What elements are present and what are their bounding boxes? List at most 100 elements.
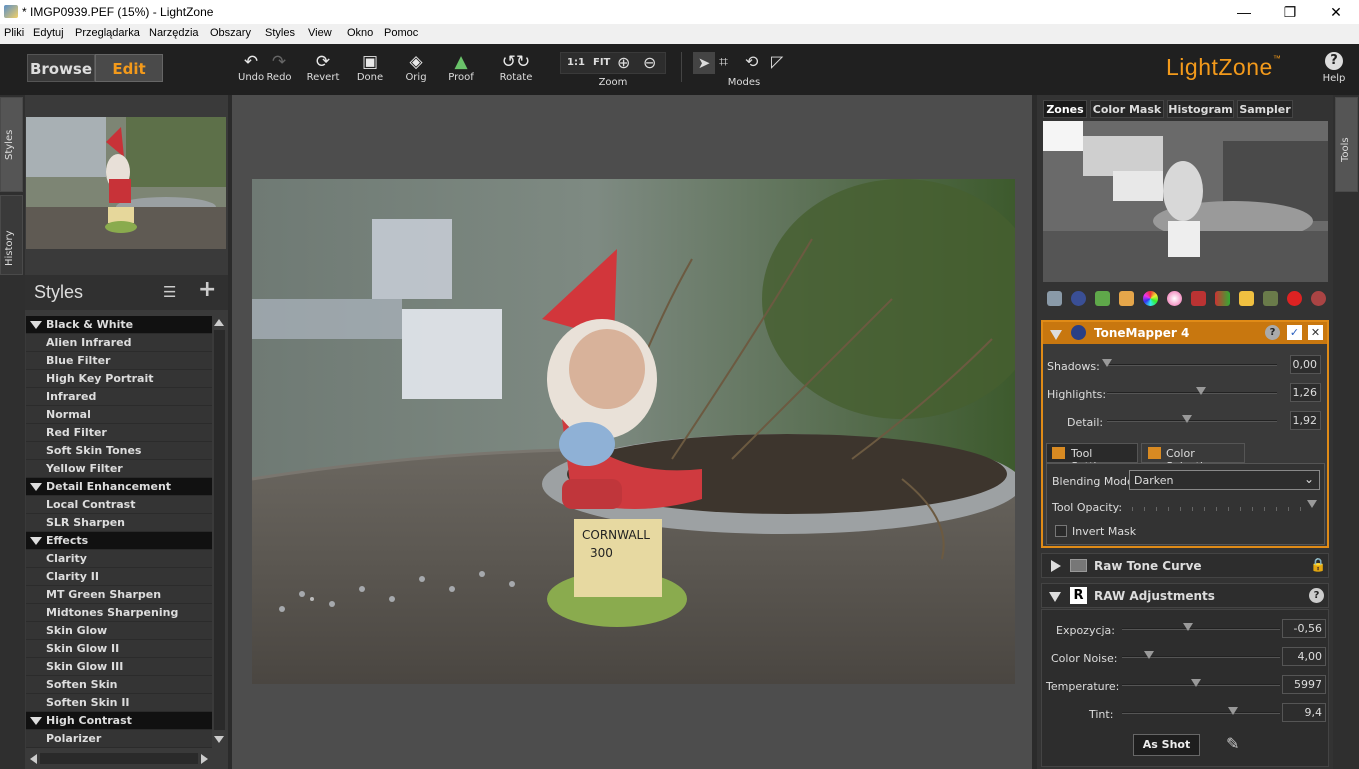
menu-przegladarka[interactable]: Przeglądarka: [75, 27, 140, 39]
blending-mode-select[interactable]: Darken ⌄: [1129, 470, 1320, 490]
hue-saturation-icon[interactable]: [1143, 291, 1158, 306]
shadows-value[interactable]: 0,00: [1290, 355, 1321, 374]
color-noise-knob[interactable]: [1143, 651, 1154, 659]
tab-tools[interactable]: Tools: [1335, 97, 1358, 192]
style-item[interactable]: Alien Infrared: [26, 334, 212, 352]
detail-value[interactable]: 1,92: [1290, 411, 1321, 430]
target-icon[interactable]: [1287, 291, 1302, 306]
color-balance-icon[interactable]: [1167, 291, 1182, 306]
expand-icon[interactable]: [1051, 560, 1061, 572]
tab-tool-settings[interactable]: Tool Settings: [1046, 443, 1138, 473]
style-item[interactable]: Soft Skin Tones: [26, 442, 212, 460]
tool-opacity-knob[interactable]: [1307, 500, 1317, 508]
scroll-right-icon[interactable]: [201, 754, 208, 764]
style-item[interactable]: High Key Portrait: [26, 370, 212, 388]
collapse-icon[interactable]: [1050, 330, 1062, 340]
menu-styles[interactable]: Styles: [265, 27, 295, 39]
styles-scrollbar[interactable]: [212, 316, 227, 748]
shadows-slider[interactable]: [1107, 364, 1277, 366]
tab-sampler[interactable]: Sampler: [1237, 100, 1293, 118]
crop-icon[interactable]: ⌗: [719, 52, 728, 72]
list-view-icon[interactable]: ☰: [163, 283, 176, 301]
style-item[interactable]: Soften Skin: [26, 676, 212, 694]
add-style-icon[interactable]: +: [198, 277, 216, 302]
style-item[interactable]: SLR Sharpen: [26, 514, 212, 532]
rotate-button[interactable]: ↺↻ Rotate: [496, 52, 536, 84]
rotate-mode-icon[interactable]: ⟲: [745, 52, 758, 71]
style-category[interactable]: Effects: [26, 532, 212, 550]
style-category[interactable]: Black & White: [26, 316, 212, 334]
raw-tone-curve-header[interactable]: Raw Tone Curve 🔒: [1041, 553, 1329, 578]
exposure-slider[interactable]: [1122, 628, 1280, 630]
style-category[interactable]: High Contrast: [26, 712, 212, 730]
style-item[interactable]: Clarity II: [26, 568, 212, 586]
detail-slider-knob[interactable]: [1181, 415, 1192, 423]
scroll-down-icon[interactable]: [214, 736, 224, 743]
zoom-in-icon[interactable]: ⊕: [617, 53, 630, 72]
horizontal-scrollbar[interactable]: [26, 751, 212, 766]
done-button[interactable]: ▣ Done: [355, 52, 385, 84]
tint-slider[interactable]: [1122, 712, 1280, 714]
exposure-knob[interactable]: [1183, 623, 1194, 631]
shadows-slider-knob[interactable]: [1102, 359, 1112, 367]
style-item[interactable]: Yellow Filter: [26, 460, 212, 478]
collapse-icon[interactable]: [1049, 592, 1061, 602]
eyedropper-icon[interactable]: ✎: [1226, 734, 1239, 753]
tab-styles[interactable]: Styles: [0, 97, 23, 192]
tab-color-selection[interactable]: Color Selection: [1141, 443, 1245, 473]
style-category[interactable]: Detail Enhancement: [26, 478, 212, 496]
arrow-mode-icon[interactable]: ➤: [693, 52, 715, 74]
tone-mapper-icon[interactable]: [1071, 291, 1086, 306]
temperature-value[interactable]: 5997: [1282, 675, 1326, 694]
invert-mask-checkbox[interactable]: [1055, 525, 1067, 537]
menu-narzedzia[interactable]: Narzędzia: [149, 27, 199, 39]
red-eye-icon[interactable]: [1311, 291, 1326, 306]
close-button[interactable]: ✕: [1313, 0, 1359, 24]
scroll-left-icon[interactable]: [30, 754, 37, 764]
sharpen-icon[interactable]: [1095, 291, 1110, 306]
blur-icon[interactable]: [1119, 291, 1134, 306]
tint-knob[interactable]: [1227, 707, 1238, 715]
raw-adjustments-header[interactable]: R RAW Adjustments ?: [1041, 583, 1329, 608]
style-item[interactable]: Infrared: [26, 388, 212, 406]
exposure-value[interactable]: -0,56: [1282, 619, 1326, 638]
redo-button[interactable]: ↷ Redo: [266, 52, 292, 84]
tab-histogram[interactable]: Histogram: [1167, 100, 1234, 118]
as-shot-button[interactable]: As Shot: [1133, 734, 1200, 756]
tab-history[interactable]: History: [0, 195, 23, 275]
edit-button[interactable]: Edit: [95, 54, 163, 82]
noise-reduction-icon[interactable]: [1239, 291, 1254, 306]
browse-button[interactable]: Browse: [27, 54, 95, 82]
color-noise-value[interactable]: 4,00: [1282, 647, 1326, 666]
tab-zones[interactable]: Zones: [1043, 100, 1087, 118]
style-item[interactable]: Local Contrast: [26, 496, 212, 514]
tool-opacity-slider[interactable]: [1132, 507, 1312, 511]
scroll-thumb[interactable]: [214, 330, 225, 730]
style-item[interactable]: Red Filter: [26, 424, 212, 442]
style-item[interactable]: Clarity: [26, 550, 212, 568]
style-item[interactable]: Skin Glow III: [26, 658, 212, 676]
revert-button[interactable]: ⟳ Revert: [306, 52, 340, 84]
detail-slider[interactable]: [1107, 420, 1277, 422]
style-item[interactable]: Midtones Sharpening: [26, 604, 212, 622]
style-item[interactable]: Skin Glow II: [26, 640, 212, 658]
help-icon[interactable]: ?: [1309, 588, 1324, 603]
maximize-button[interactable]: ❐: [1267, 0, 1313, 24]
highlights-value[interactable]: 1,26: [1290, 383, 1321, 402]
zoom-fit-button[interactable]: FIT: [593, 57, 610, 68]
help-button[interactable]: ? Help: [1320, 52, 1348, 85]
highlights-slider-knob[interactable]: [1195, 387, 1206, 395]
help-icon[interactable]: ?: [1265, 325, 1280, 340]
style-item[interactable]: Normal: [26, 406, 212, 424]
scroll-up-icon[interactable]: [214, 319, 224, 326]
proof-button[interactable]: ▲ Proof: [445, 52, 477, 84]
menu-edytuj[interactable]: Edytuj: [33, 27, 64, 39]
remove-icon[interactable]: ✕: [1308, 325, 1323, 340]
zoom-1to1-button[interactable]: 1:1: [567, 57, 585, 68]
zoom-out-icon[interactable]: ⊖: [643, 53, 656, 72]
undo-button[interactable]: ↶ Undo: [238, 52, 264, 84]
menu-pliki[interactable]: Pliki: [4, 27, 24, 39]
tab-color-mask[interactable]: Color Mask: [1090, 100, 1164, 118]
region-icon[interactable]: ◸: [771, 52, 783, 71]
style-item[interactable]: Blue Filter: [26, 352, 212, 370]
